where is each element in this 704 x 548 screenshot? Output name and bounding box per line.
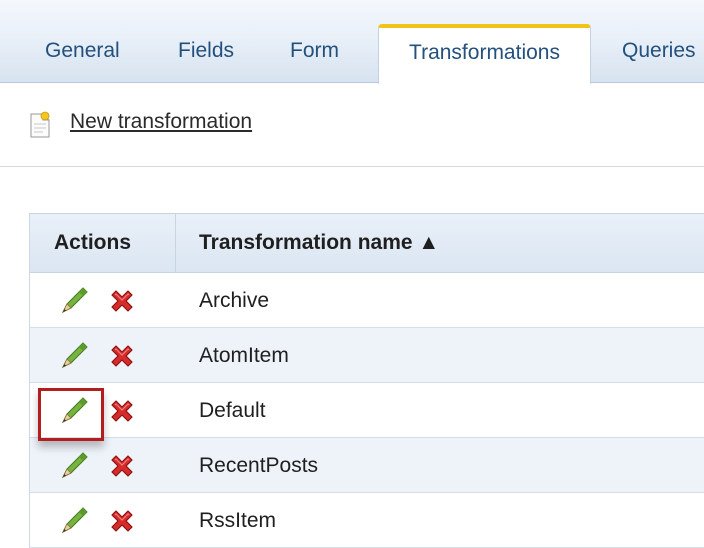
highlight-box <box>38 388 104 441</box>
edit-pencil-icon[interactable] <box>59 451 89 481</box>
edit-pencil-icon[interactable] <box>59 506 89 536</box>
tab-bar: General Fields Form Transformations Quer… <box>0 0 704 84</box>
column-header-actions: Actions <box>54 231 132 254</box>
column-header-transformation-name[interactable]: Transformation name ▲ <box>199 214 439 272</box>
new-transformation-link[interactable]: New transformation <box>70 110 252 134</box>
column-divider <box>175 214 176 272</box>
tab-form[interactable]: Form <box>290 36 339 66</box>
table-row: RecentPosts <box>30 438 704 493</box>
delete-x-icon[interactable] <box>107 506 137 536</box>
tab-general[interactable]: General <box>45 36 120 66</box>
grid-header: Actions Transformation name ▲ <box>30 213 704 273</box>
transformation-name: RssItem <box>199 509 277 532</box>
tab-queries[interactable]: Queries <box>622 36 696 66</box>
delete-x-icon[interactable] <box>107 286 137 316</box>
edit-pencil-icon[interactable] <box>59 341 89 371</box>
tab-transformations[interactable]: Transformations <box>378 24 591 84</box>
transformation-name: Default <box>199 399 266 422</box>
delete-x-icon[interactable] <box>107 396 137 426</box>
delete-x-icon[interactable] <box>107 341 137 371</box>
table-row: AtomItem <box>30 328 704 383</box>
delete-x-icon[interactable] <box>107 451 137 481</box>
transformations-grid: Actions Transformation name ▲ Archive At… <box>29 213 704 548</box>
table-row: RssItem <box>30 493 704 548</box>
edit-pencil-icon[interactable] <box>59 286 89 316</box>
transformation-name: AtomItem <box>199 344 289 367</box>
new-document-icon[interactable] <box>29 111 51 139</box>
transformation-name: Archive <box>199 289 270 312</box>
table-row: Default <box>30 383 704 438</box>
transformation-name: RecentPosts <box>199 454 319 477</box>
table-row: Archive <box>30 273 704 328</box>
tab-fields[interactable]: Fields <box>178 36 234 66</box>
